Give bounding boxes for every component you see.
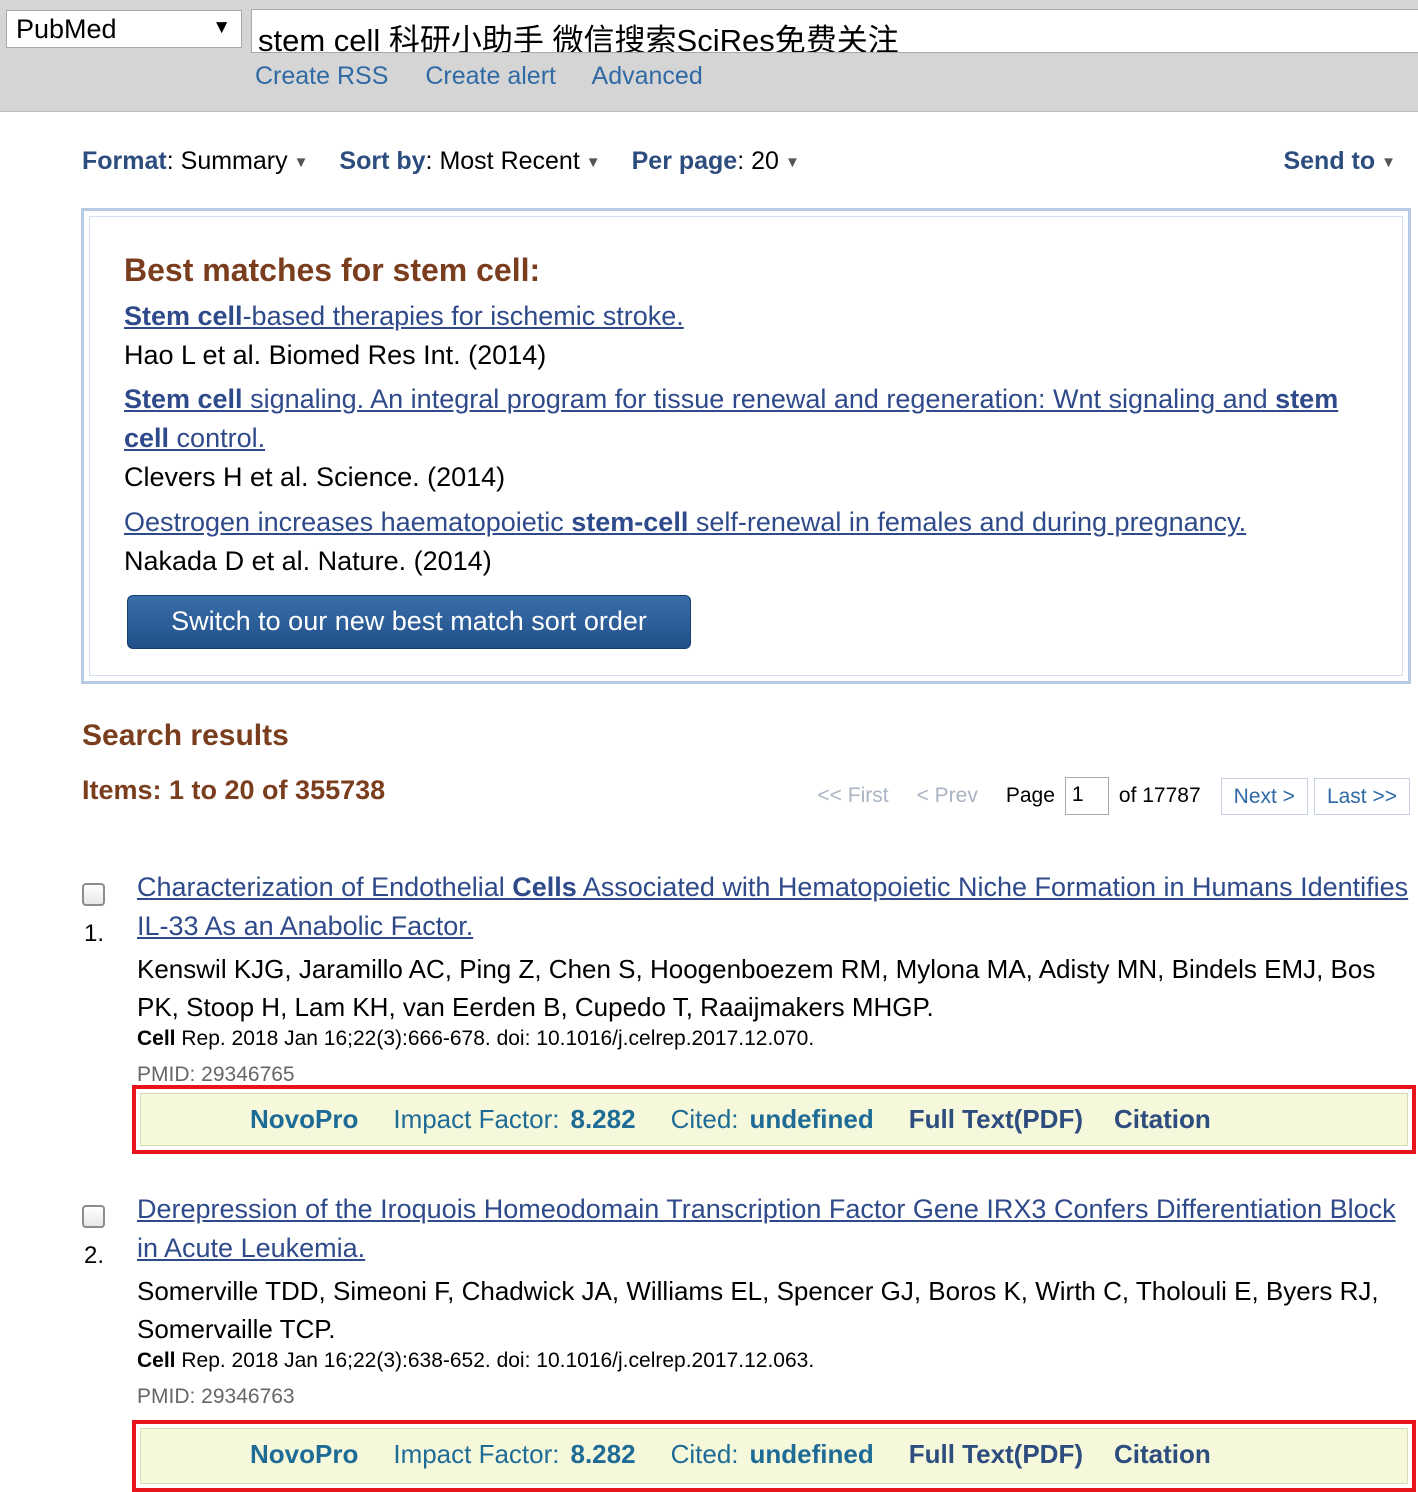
display-settings: Format: Summary ▼ Sort by: Most Recent ▼ P… [82, 147, 824, 176]
cited-label: Cited: [670, 1104, 739, 1134]
pagination: << First < Prev Page 1 of 17787 Next > L… [817, 777, 1410, 815]
best-match-item: Stem cell-based therapies for ischemic s… [124, 297, 1364, 375]
sort-label: Sort by [339, 147, 426, 175]
result-pmid: PMID: 29346765 [137, 1063, 295, 1082]
result-number: 1. [84, 920, 105, 947]
best-match-item: Stem cell signaling. An integral program… [124, 380, 1364, 497]
best-match-source: Hao L et al. Biomed Res Int. (2014) [124, 340, 547, 370]
novopro-bar-inner: NovoPro Impact Factor: 8.282 Cited: undefine… [140, 1428, 1408, 1484]
title-text: control. [169, 423, 266, 453]
format-menu[interactable]: Format: Summary ▼ [82, 147, 308, 176]
result-title: Characterization of Endothelial Cells As… [137, 868, 1412, 946]
format-value: Summary [180, 147, 288, 175]
best-matches-box: Best matches for stem cell: Stem cell-ba… [81, 208, 1411, 684]
novopro-bar: NovoPro Impact Factor: 8.282 Cited: undefine… [132, 1420, 1416, 1492]
database-select-value: PubMed [16, 14, 117, 44]
impact-factor-label: Impact Factor: [393, 1439, 560, 1469]
result-pmid: PMID: 29346763 [137, 1385, 295, 1404]
sort-value: Most Recent [439, 147, 580, 175]
best-matches-title: Best matches for stem cell: [124, 252, 541, 288]
title-text: Derepression of the Iroquois Homeodomain… [137, 1194, 1396, 1263]
result-title-link[interactable]: Characterization of Endothelial Cells As… [137, 872, 1408, 941]
result-checkbox[interactable] [82, 1205, 105, 1228]
best-match-item: Oestrogen increases haematopoietic stem-… [124, 503, 1364, 581]
best-match-title-link[interactable]: Stem cell signaling. An integral program… [124, 384, 1338, 453]
per-page-menu[interactable]: Per page: 20 ▼ [632, 147, 800, 176]
citation-link[interactable]: Citation [1114, 1104, 1211, 1135]
prev-page-link: < Prev [916, 784, 978, 807]
create-alert-link[interactable]: Create alert [425, 62, 556, 90]
impact-factor-value: 8.282 [570, 1104, 636, 1134]
per-page-label: Per page [631, 147, 738, 175]
result-title: Derepression of the Iroquois Homeodomain… [137, 1190, 1412, 1268]
full-text-pdf-link[interactable]: Full Text(PDF) [909, 1104, 1083, 1135]
journal-text: Rep. 2018 Jan 16;22(3):638-652. doi: 10.… [175, 1349, 815, 1372]
format-label: Format [82, 147, 167, 175]
database-select[interactable]: PubMed ▼ [6, 10, 242, 48]
caret-down-icon: ▼ [1381, 154, 1396, 171]
result-title-link[interactable]: Derepression of the Iroquois Homeodomain… [137, 1194, 1396, 1263]
page-number-input[interactable]: 1 [1064, 777, 1109, 815]
cited-label: Cited: [670, 1439, 739, 1469]
send-to-menu[interactable]: Send to ▼ [1283, 147, 1396, 176]
create-rss-link[interactable]: Create RSS [255, 62, 388, 90]
search-input[interactable]: stem cell 科研小助手 微信搜索SciRes免费关注 [251, 9, 1418, 53]
last-page-button[interactable]: Last >> [1313, 777, 1410, 815]
result-checkbox[interactable] [82, 883, 105, 906]
highlighted-term: Cells [512, 872, 577, 902]
caret-down-icon: ▼ [784, 154, 800, 171]
items-count: Items: 1 to 20 of 355738 [82, 775, 386, 805]
title-text: Characterization of Endothelial [137, 872, 513, 902]
cited-value: undefined [749, 1104, 874, 1134]
highlighted-term: Cell [137, 1349, 176, 1372]
highlighted-term: Stem cell [124, 384, 243, 414]
novopro-link[interactable]: NovoPro [250, 1104, 358, 1135]
per-page-value: 20 [751, 147, 779, 175]
caret-down-icon: ▼ [585, 154, 601, 171]
cited-value: undefined [749, 1439, 874, 1469]
result-authors: Kenswil KJG, Jaramillo AC, Ping Z, Chen … [137, 954, 1376, 1022]
novopro-bar: NovoPro Impact Factor: 8.282 Cited: undefine… [132, 1085, 1416, 1154]
best-match-source: Nakada D et al. Nature. (2014) [124, 546, 492, 576]
title-text: self-renewal in females and during pregn… [688, 507, 1247, 537]
caret-down-icon: ▼ [293, 154, 309, 171]
journal-text: Rep. 2018 Jan 16;22(3):666-678. doi: 10.… [175, 1027, 815, 1050]
highlighted-term: Stem cell [124, 301, 243, 331]
search-bar: PubMed ▼ stem cell 科研小助手 微信搜索SciRes免费关注 … [0, 0, 1418, 112]
search-links: Create RSS Create alert Advanced [255, 62, 733, 91]
title-text: signaling. An integral program for tissu… [242, 384, 1276, 414]
result-number: 2. [84, 1242, 105, 1269]
title-text: Oestrogen increases haematopoietic [124, 507, 572, 537]
total-pages: of 17787 [1118, 784, 1201, 807]
switch-sort-order-button[interactable]: Switch to our new best match sort order [127, 595, 691, 649]
dropdown-arrow-icon: ▼ [212, 17, 231, 38]
result-authors: Somerville TDD, Simeoni F, Chadwick JA, … [137, 1276, 1379, 1344]
search-results-title: Search results [82, 719, 289, 752]
best-match-source: Clevers H et al. Science. (2014) [124, 462, 506, 492]
novopro-link[interactable]: NovoPro [250, 1439, 358, 1470]
novopro-bar-inner: NovoPro Impact Factor: 8.282 Cited: undefine… [140, 1093, 1408, 1146]
impact-factor-label: Impact Factor: [393, 1104, 560, 1134]
first-page-link: << First [817, 784, 889, 807]
send-to-label: Send to [1283, 147, 1376, 175]
best-match-title-link[interactable]: Stem cell-based therapies for ischemic s… [124, 301, 684, 331]
best-matches-inner: Best matches for stem cell: Stem cell-ba… [89, 216, 1403, 676]
full-text-pdf-link[interactable]: Full Text(PDF) [909, 1439, 1083, 1470]
citation-link[interactable]: Citation [1114, 1439, 1211, 1470]
impact-factor-value: 8.282 [570, 1439, 636, 1469]
page-label: Page [1005, 784, 1055, 807]
result-journal: Cell Rep. 2018 Jan 16;22(3):666-678. doi… [137, 1027, 814, 1051]
best-match-title-link[interactable]: Oestrogen increases haematopoietic stem-… [124, 507, 1246, 537]
highlighted-term: Cell [137, 1027, 176, 1050]
title-text: -based therapies for ischemic stroke. [242, 301, 684, 331]
sort-menu[interactable]: Sort by: Most Recent ▼ [339, 147, 600, 176]
advanced-search-link[interactable]: Advanced [592, 62, 703, 90]
highlighted-term: stem-cell [571, 507, 689, 537]
result-journal: Cell Rep. 2018 Jan 16;22(3):638-652. doi… [137, 1349, 814, 1373]
next-page-button[interactable]: Next > [1220, 777, 1308, 815]
